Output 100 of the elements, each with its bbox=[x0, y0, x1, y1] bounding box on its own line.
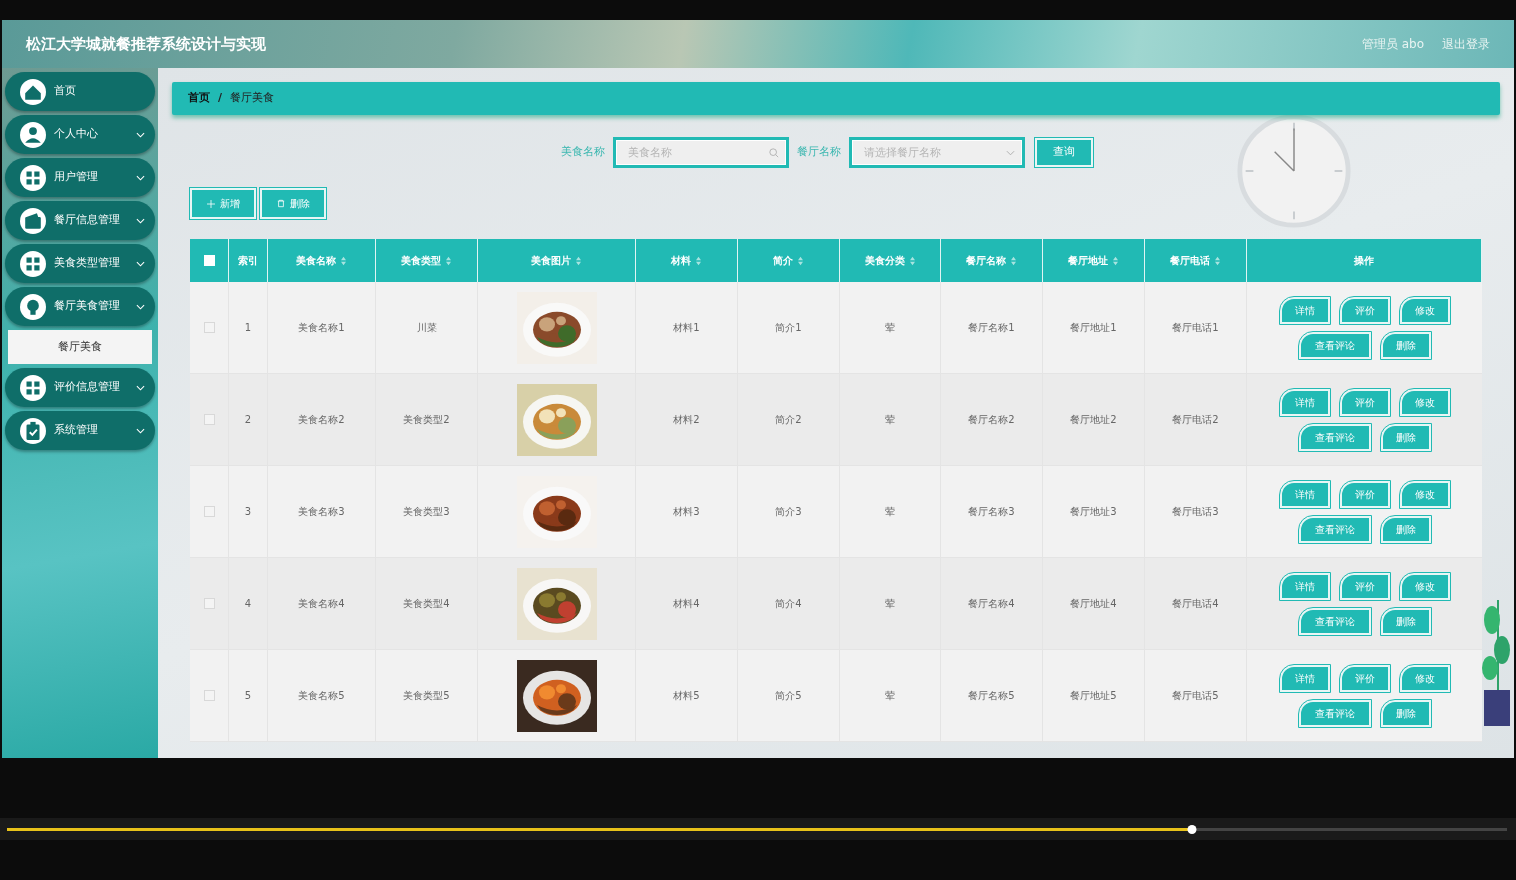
table-cell: 材料1 bbox=[636, 282, 738, 373]
action-button[interactable]: 删除 bbox=[1380, 515, 1431, 543]
table-cell: 材料2 bbox=[636, 374, 738, 465]
table-cell: 简介5 bbox=[738, 650, 840, 741]
menu-item[interactable]: 评价信息管理 bbox=[5, 368, 155, 407]
menu-item[interactable]: 个人中心 bbox=[5, 115, 155, 154]
action-button[interactable]: 详情 bbox=[1279, 388, 1330, 416]
action-button[interactable]: 详情 bbox=[1279, 296, 1330, 324]
menu-item[interactable]: 首页 bbox=[5, 72, 155, 111]
action-button[interactable]: 评价 bbox=[1339, 388, 1390, 416]
table-cell: 川菜 bbox=[376, 282, 478, 373]
sort-icon[interactable] bbox=[1214, 255, 1221, 266]
progress-track[interactable] bbox=[7, 827, 1507, 831]
action-button[interactable]: 删除 bbox=[1380, 331, 1431, 359]
grid-icon bbox=[20, 164, 46, 191]
breadcrumb-link[interactable]: 餐厅美食 bbox=[230, 90, 275, 107]
row-checkbox[interactable] bbox=[203, 506, 215, 517]
action-button[interactable]: 删除 bbox=[1380, 423, 1431, 451]
action-button[interactable]: 详情 bbox=[1279, 664, 1330, 692]
sort-icon[interactable] bbox=[797, 255, 804, 266]
row-checkbox[interactable] bbox=[203, 322, 215, 333]
sort-icon[interactable] bbox=[575, 255, 582, 266]
action-button[interactable]: 评价 bbox=[1339, 296, 1390, 324]
menu-item[interactable]: 美食类型管理 bbox=[5, 244, 155, 283]
table-cell: 餐厅名称5 bbox=[941, 650, 1043, 741]
home-icon bbox=[20, 78, 46, 105]
table-cell: 餐厅地址3 bbox=[1043, 466, 1145, 557]
table-cell: 简介4 bbox=[738, 558, 840, 649]
action-button[interactable]: 详情 bbox=[1279, 572, 1330, 600]
sort-icon[interactable] bbox=[1010, 255, 1017, 266]
menu-label: 餐厅美食管理 bbox=[54, 298, 120, 315]
action-button[interactable]: 修改 bbox=[1399, 296, 1450, 324]
field-label: 餐厅名称 bbox=[797, 144, 841, 161]
menu-label: 美食类型管理 bbox=[54, 255, 120, 272]
table-cell: 荤 bbox=[840, 558, 941, 649]
table-cell: 简介2 bbox=[738, 374, 840, 465]
progress-handle[interactable] bbox=[1187, 824, 1197, 834]
user-label: 管理员 abo bbox=[1361, 36, 1424, 53]
table-cell: 美食类型3 bbox=[376, 466, 478, 557]
sort-icon[interactable] bbox=[695, 255, 702, 266]
sort-icon[interactable] bbox=[340, 255, 347, 266]
action-button[interactable]: 修改 bbox=[1399, 388, 1450, 416]
table-cell: 餐厅地址4 bbox=[1043, 558, 1145, 649]
select-all-checkbox[interactable] bbox=[203, 255, 215, 266]
action-button[interactable]: 删除 bbox=[1380, 607, 1431, 635]
action-button[interactable]: 评价 bbox=[1339, 480, 1390, 508]
table-cell: 美食名称1 bbox=[268, 282, 376, 373]
menu-item[interactable]: 用户管理 bbox=[5, 158, 155, 197]
table-cell: 餐厅电话5 bbox=[1145, 650, 1247, 741]
table-cell: 美食名称4 bbox=[268, 558, 376, 649]
table-cell: 餐厅名称1 bbox=[941, 282, 1043, 373]
menu-label: 评价信息管理 bbox=[54, 379, 120, 396]
action-button[interactable]: 查看评论 bbox=[1298, 423, 1371, 451]
table-cell: 美食名称2 bbox=[268, 374, 376, 465]
query-button[interactable]: 查询 bbox=[1035, 138, 1093, 167]
menu-item[interactable]: 餐厅美食管理 bbox=[5, 287, 155, 326]
menu-label: 用户管理 bbox=[54, 169, 98, 186]
table-cell: 餐厅地址5 bbox=[1043, 650, 1145, 741]
breadcrumb-separator: / bbox=[218, 90, 223, 107]
menu-label: 系统管理 bbox=[54, 422, 98, 439]
menu-item[interactable]: 系统管理 bbox=[5, 411, 155, 450]
sort-icon[interactable] bbox=[445, 255, 452, 266]
add-button[interactable]: 新增 bbox=[190, 188, 256, 219]
clipboard-icon bbox=[20, 417, 46, 444]
action-button[interactable]: 查看评论 bbox=[1298, 607, 1371, 635]
table-cell: 荤 bbox=[840, 466, 941, 557]
menu-label: 餐厅信息管理 bbox=[54, 212, 120, 229]
sort-icon[interactable] bbox=[908, 255, 916, 266]
action-button[interactable]: 修改 bbox=[1399, 480, 1450, 508]
row-checkbox[interactable] bbox=[203, 690, 215, 701]
table-cell: 荤 bbox=[840, 650, 941, 741]
field-label: 美食名称 bbox=[561, 144, 605, 161]
menu-item[interactable]: 餐厅信息管理 bbox=[5, 201, 155, 240]
action-button[interactable]: 评价 bbox=[1339, 572, 1390, 600]
table-cell: 简介1 bbox=[738, 282, 840, 373]
chevron-icon bbox=[136, 303, 145, 310]
search-icon bbox=[769, 148, 779, 158]
table-cell: 餐厅电话4 bbox=[1145, 558, 1247, 649]
action-button[interactable]: 修改 bbox=[1399, 572, 1450, 600]
chevron-icon bbox=[1006, 150, 1015, 156]
action-button[interactable]: 删除 bbox=[1380, 699, 1431, 727]
action-button[interactable]: 评价 bbox=[1339, 664, 1390, 692]
grid-icon bbox=[20, 250, 46, 277]
action-button[interactable]: 查看评论 bbox=[1298, 515, 1371, 543]
logout-link[interactable]: 退出登录 bbox=[1442, 35, 1490, 53]
submenu-item[interactable]: 餐厅美食 bbox=[8, 330, 152, 364]
action-button[interactable]: 查看评论 bbox=[1298, 331, 1371, 359]
sort-icon[interactable] bbox=[1112, 255, 1119, 266]
table-cell: 荤 bbox=[840, 282, 941, 373]
action-button[interactable]: 修改 bbox=[1399, 664, 1450, 692]
delete-button[interactable]: 删除 bbox=[260, 188, 326, 219]
breadcrumb-link[interactable]: 首页 bbox=[188, 90, 210, 107]
table-cell: 餐厅电话1 bbox=[1145, 282, 1247, 373]
action-button[interactable]: 查看评论 bbox=[1298, 699, 1371, 727]
action-button[interactable]: 详情 bbox=[1279, 480, 1330, 508]
row-checkbox[interactable] bbox=[203, 414, 215, 425]
table-cell: 美食类型2 bbox=[376, 374, 478, 465]
row-checkbox[interactable] bbox=[203, 598, 215, 609]
bulb-icon bbox=[20, 293, 46, 320]
chevron-icon bbox=[136, 260, 145, 267]
